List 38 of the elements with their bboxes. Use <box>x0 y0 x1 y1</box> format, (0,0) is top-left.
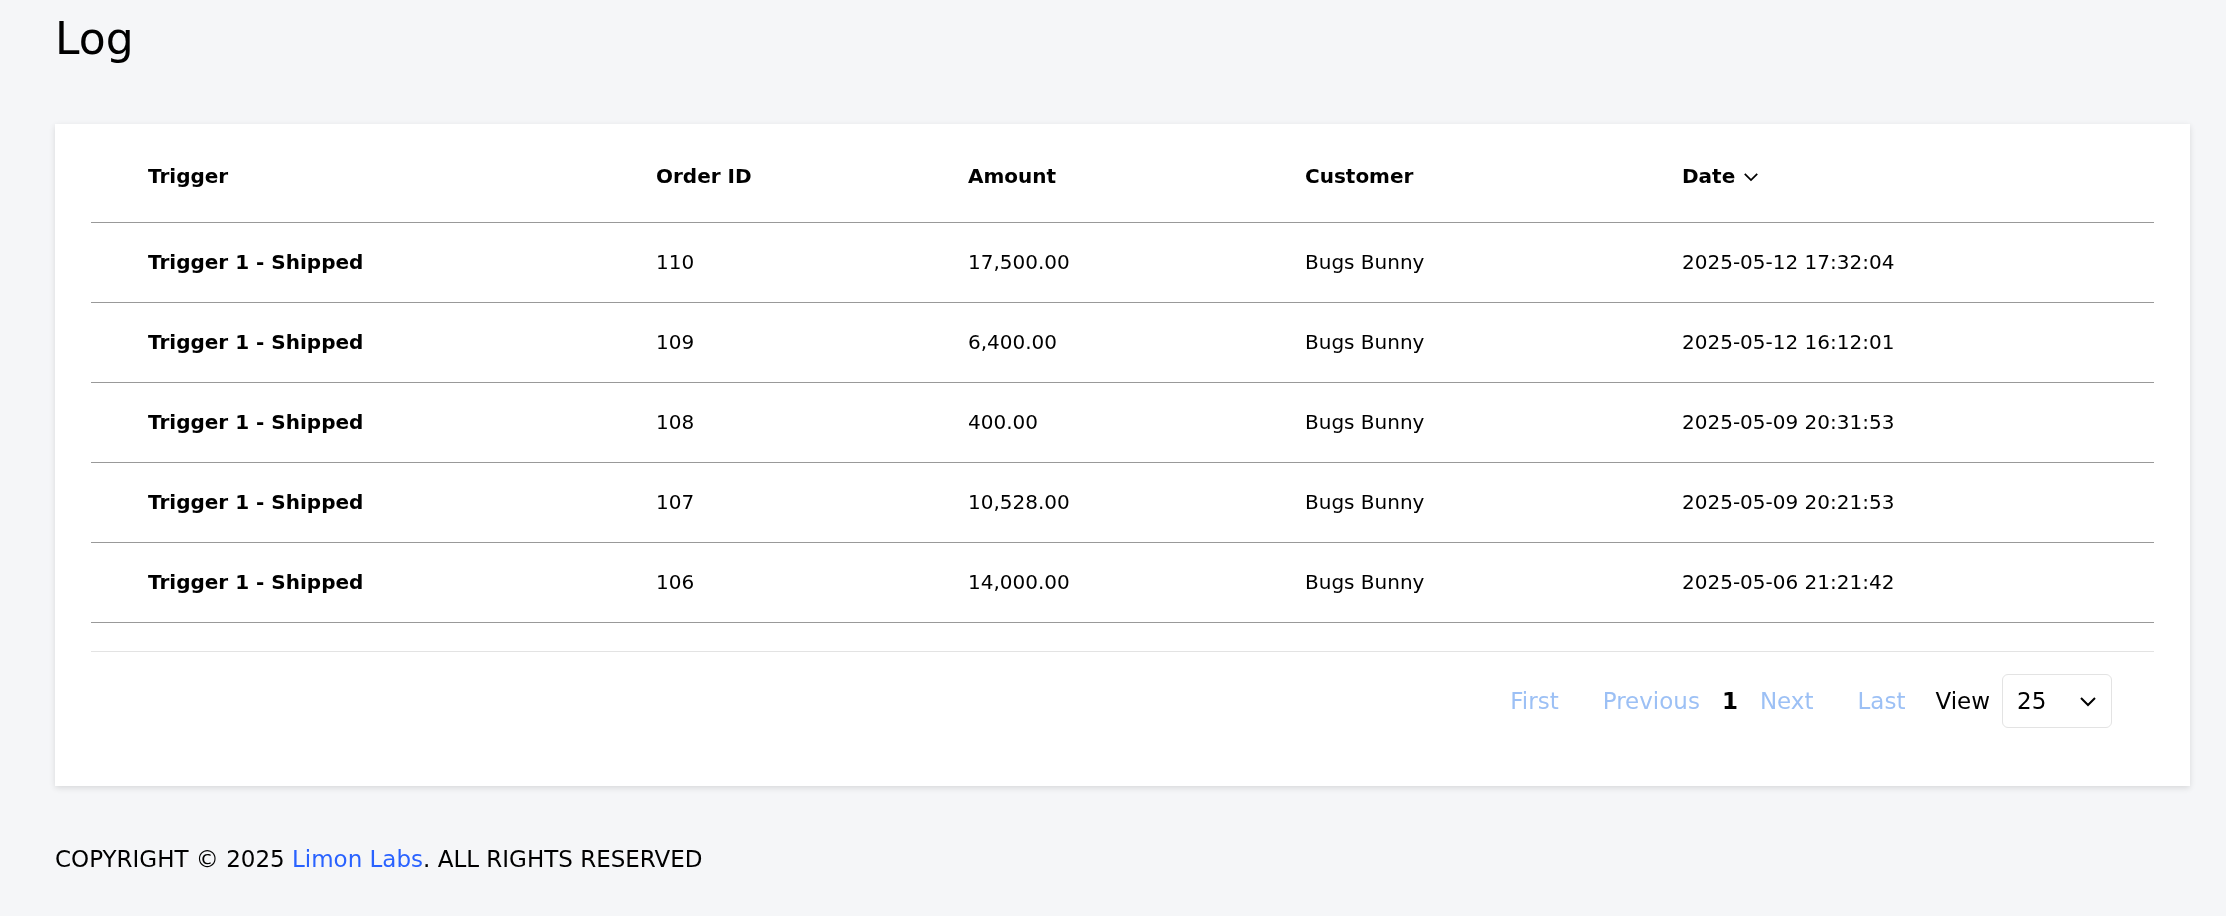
table-cell: Trigger 1 - Shipped <box>91 222 599 303</box>
table-cell: 109 <box>599 302 911 383</box>
table-cell: 2025-05-09 20:31:53 <box>1625 382 2154 463</box>
table-cell: Trigger 1 - Shipped <box>91 382 599 463</box>
table-cell: 10,528.00 <box>911 462 1248 543</box>
table-cell: 2025-05-09 20:21:53 <box>1625 462 2154 543</box>
table-cell: Bugs Bunny <box>1248 222 1625 303</box>
table-cell: 110 <box>599 222 911 303</box>
table-cell: Bugs Bunny <box>1248 302 1625 383</box>
table-cell: 2025-05-12 17:32:04 <box>1625 222 2154 303</box>
column-header[interactable]: Date <box>1682 161 1760 192</box>
table-cell: Bugs Bunny <box>1248 462 1625 543</box>
table-cell: 108 <box>599 382 911 463</box>
table-cell: 6,400.00 <box>911 302 1248 383</box>
table-cell: 14,000.00 <box>911 542 1248 623</box>
table-cell: Bugs Bunny <box>1248 382 1625 463</box>
company-link[interactable]: Limon Labs <box>292 845 424 872</box>
chevron-down-icon <box>1743 170 1760 182</box>
table-cell: 2025-05-06 21:21:42 <box>1625 542 2154 623</box>
page-title: Log <box>55 12 135 66</box>
table-cell: 107 <box>599 462 911 543</box>
view-label: View <box>1935 686 1990 716</box>
page-number[interactable]: 1 <box>1721 683 1738 719</box>
table-cell: Trigger 1 - Shipped <box>91 462 599 543</box>
column-header[interactable]: Customer <box>1248 130 1625 223</box>
table-cell: 17,500.00 <box>911 222 1248 303</box>
table-cell: 400.00 <box>911 382 1248 463</box>
table-cell: 106 <box>599 542 911 623</box>
table-cell: Trigger 1 - Shipped <box>91 542 599 623</box>
column-header[interactable]: Trigger <box>91 130 599 223</box>
column-header[interactable]: Order ID <box>599 130 911 223</box>
column-header[interactable]: Amount <box>911 130 1248 223</box>
table-cell: Trigger 1 - Shipped <box>91 302 599 383</box>
page-size-select[interactable]: 25 <box>2002 673 2112 728</box>
copyright-text: COPYRIGHT © 2025 Limon Labs. ALL RIGHTS RESERVED <box>55 844 704 874</box>
table-cell: Bugs Bunny <box>1248 542 1625 623</box>
table-cell: 2025-05-12 16:12:01 <box>1625 302 2154 383</box>
chevron-down-icon <box>2079 694 2097 707</box>
